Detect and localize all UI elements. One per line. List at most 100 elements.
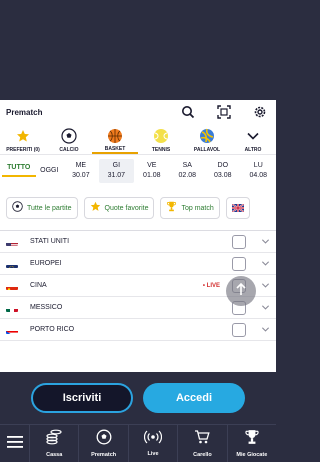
arrow-up-icon xyxy=(235,282,247,301)
mexico-flag-icon xyxy=(6,304,18,312)
date-tab-day[interactable]: VE 01.08 xyxy=(134,161,169,181)
nav-item-mie-giocate[interactable]: Mie Giocate xyxy=(228,425,276,462)
trophy-icon xyxy=(244,429,260,450)
filter-chip-label: Top match xyxy=(181,204,214,212)
chevron-down-icon[interactable] xyxy=(260,281,270,290)
sport-tab-label: ALTRO xyxy=(244,147,262,153)
sport-tab-basket[interactable]: BASKET xyxy=(92,124,138,154)
favorite-checkbox[interactable] xyxy=(232,322,246,337)
uk-flag-icon xyxy=(231,199,245,217)
chevron-down-icon[interactable] xyxy=(260,325,270,334)
date-label: 30.07 xyxy=(72,171,90,179)
gear-icon[interactable] xyxy=(250,102,270,122)
sport-tab-calcio[interactable]: CALCIO xyxy=(46,124,92,154)
date-tab-oggi[interactable]: OGGI xyxy=(36,167,64,174)
weekday-label: SA xyxy=(182,161,192,169)
europe-flag-icon xyxy=(6,260,18,268)
login-button[interactable]: Accedi xyxy=(143,383,245,413)
date-label: 31.07 xyxy=(107,171,126,179)
filter-chip-tutte[interactable]: Tutte le partite xyxy=(6,197,78,219)
date-label: 03.08 xyxy=(214,171,232,179)
puerto-rico-flag-icon xyxy=(6,326,18,334)
basketball-icon xyxy=(106,127,124,144)
star-icon xyxy=(14,127,32,145)
usa-flag-icon xyxy=(6,238,18,246)
sport-tab-label: PALLAVOL xyxy=(193,147,221,153)
nav-item-label: Cassa xyxy=(46,452,63,458)
soccer-ball-icon xyxy=(96,429,112,450)
list-item[interactable]: STATI UNITI xyxy=(0,231,276,253)
filter-chip-uk[interactable] xyxy=(225,197,250,219)
list-item[interactable]: PORTO RICO xyxy=(0,319,276,341)
weekday-label: ME xyxy=(75,161,87,169)
date-tab-day[interactable]: GI 31.07 xyxy=(98,158,135,183)
bottom-nav: Cassa Prematch Live Carello Mie Giocate xyxy=(0,424,276,462)
nav-item-label: Prematch xyxy=(91,452,117,458)
trophy-icon xyxy=(166,199,177,217)
filter-chip-top-match[interactable]: Top match xyxy=(160,197,220,219)
nav-item-carello[interactable]: Carello xyxy=(178,425,228,462)
weekday-label: DO xyxy=(217,161,229,169)
sport-tab-label: TENNIS xyxy=(151,147,171,153)
nav-item-label: Carello xyxy=(193,452,212,458)
app-header: Prematch xyxy=(0,100,276,124)
star-icon xyxy=(90,199,101,217)
country-name: PORTO RICO xyxy=(30,326,75,333)
nav-item-label: Mie Giocate xyxy=(236,452,268,458)
country-name: CINA xyxy=(30,282,47,289)
date-tab-day[interactable]: ME 30.07 xyxy=(63,161,98,181)
hamburger-menu-icon xyxy=(6,435,23,453)
country-name: MESSICO xyxy=(30,304,63,311)
favorite-checkbox[interactable] xyxy=(232,234,246,249)
date-tab-day[interactable]: DO 03.08 xyxy=(205,161,240,181)
list-spacer xyxy=(0,356,276,372)
volleyball-icon xyxy=(198,127,216,145)
search-icon[interactable] xyxy=(178,102,198,122)
weekday-label: VE xyxy=(147,161,157,169)
filter-chips: Tutte le partite Quote favorite Top matc… xyxy=(0,186,276,230)
list-item[interactable]: EUROPEI xyxy=(0,253,276,275)
register-button[interactable]: Iscriviti xyxy=(31,383,133,413)
date-tabs: TUTTO OGGI ME 30.07 GI 31.07 VE 01.08 SA… xyxy=(0,154,276,186)
scroll-to-top-button[interactable] xyxy=(226,276,256,306)
qr-scan-icon[interactable] xyxy=(214,102,234,122)
cart-icon xyxy=(194,429,211,450)
nav-item-label: Live xyxy=(147,451,159,457)
sport-tab-label: CALCIO xyxy=(59,147,79,153)
date-tab-day[interactable]: SA 02.08 xyxy=(170,161,205,181)
date-label: 04.08 xyxy=(249,171,268,179)
country-name: STATI UNITI xyxy=(30,238,70,245)
sport-tab-pallavolo[interactable]: PALLAVOL xyxy=(184,124,230,154)
sport-tab-label: BASKET xyxy=(104,146,126,152)
coins-icon xyxy=(46,429,62,450)
chevron-down-icon xyxy=(244,127,262,145)
date-tab-day[interactable]: LU 04.08 xyxy=(241,161,276,181)
filter-chip-label: Tutte le partite xyxy=(27,204,72,212)
soccer-ball-icon xyxy=(12,199,23,217)
sport-tab-preferiti[interactable]: PREFERITI (0) xyxy=(0,124,46,154)
date-tab-tutto[interactable]: TUTTO xyxy=(2,164,36,177)
sport-tab-altro[interactable]: ALTRO xyxy=(230,124,276,154)
page-title: Prematch xyxy=(6,107,43,117)
date-label: 02.08 xyxy=(178,171,197,179)
soccer-ball-icon xyxy=(60,127,78,145)
country-name: EUROPEI xyxy=(30,260,62,267)
live-broadcast-icon xyxy=(143,430,163,449)
nav-item-live[interactable]: Live xyxy=(129,425,179,462)
filter-chip-label: Quote favorite xyxy=(104,204,149,212)
nav-menu[interactable] xyxy=(0,425,30,462)
favorite-checkbox[interactable] xyxy=(232,256,246,271)
tennis-ball-icon xyxy=(152,127,170,145)
sport-tab-tennis[interactable]: TENNIS xyxy=(138,124,184,154)
sport-tab-label: PREFERITI (0) xyxy=(6,147,40,153)
nav-item-prematch[interactable]: Prematch xyxy=(79,425,129,462)
chevron-down-icon[interactable] xyxy=(260,259,270,268)
weekday-label: LU xyxy=(253,161,263,169)
chevron-down-icon[interactable] xyxy=(260,303,270,312)
chevron-down-icon[interactable] xyxy=(260,237,270,246)
auth-bar: Iscriviti Accedi xyxy=(0,372,276,424)
live-badge: • LIVE xyxy=(202,282,220,289)
nav-item-cassa[interactable]: Cassa xyxy=(30,425,80,462)
weekday-label: GI xyxy=(112,161,121,169)
filter-chip-quote-favorite[interactable]: Quote favorite xyxy=(83,197,155,219)
